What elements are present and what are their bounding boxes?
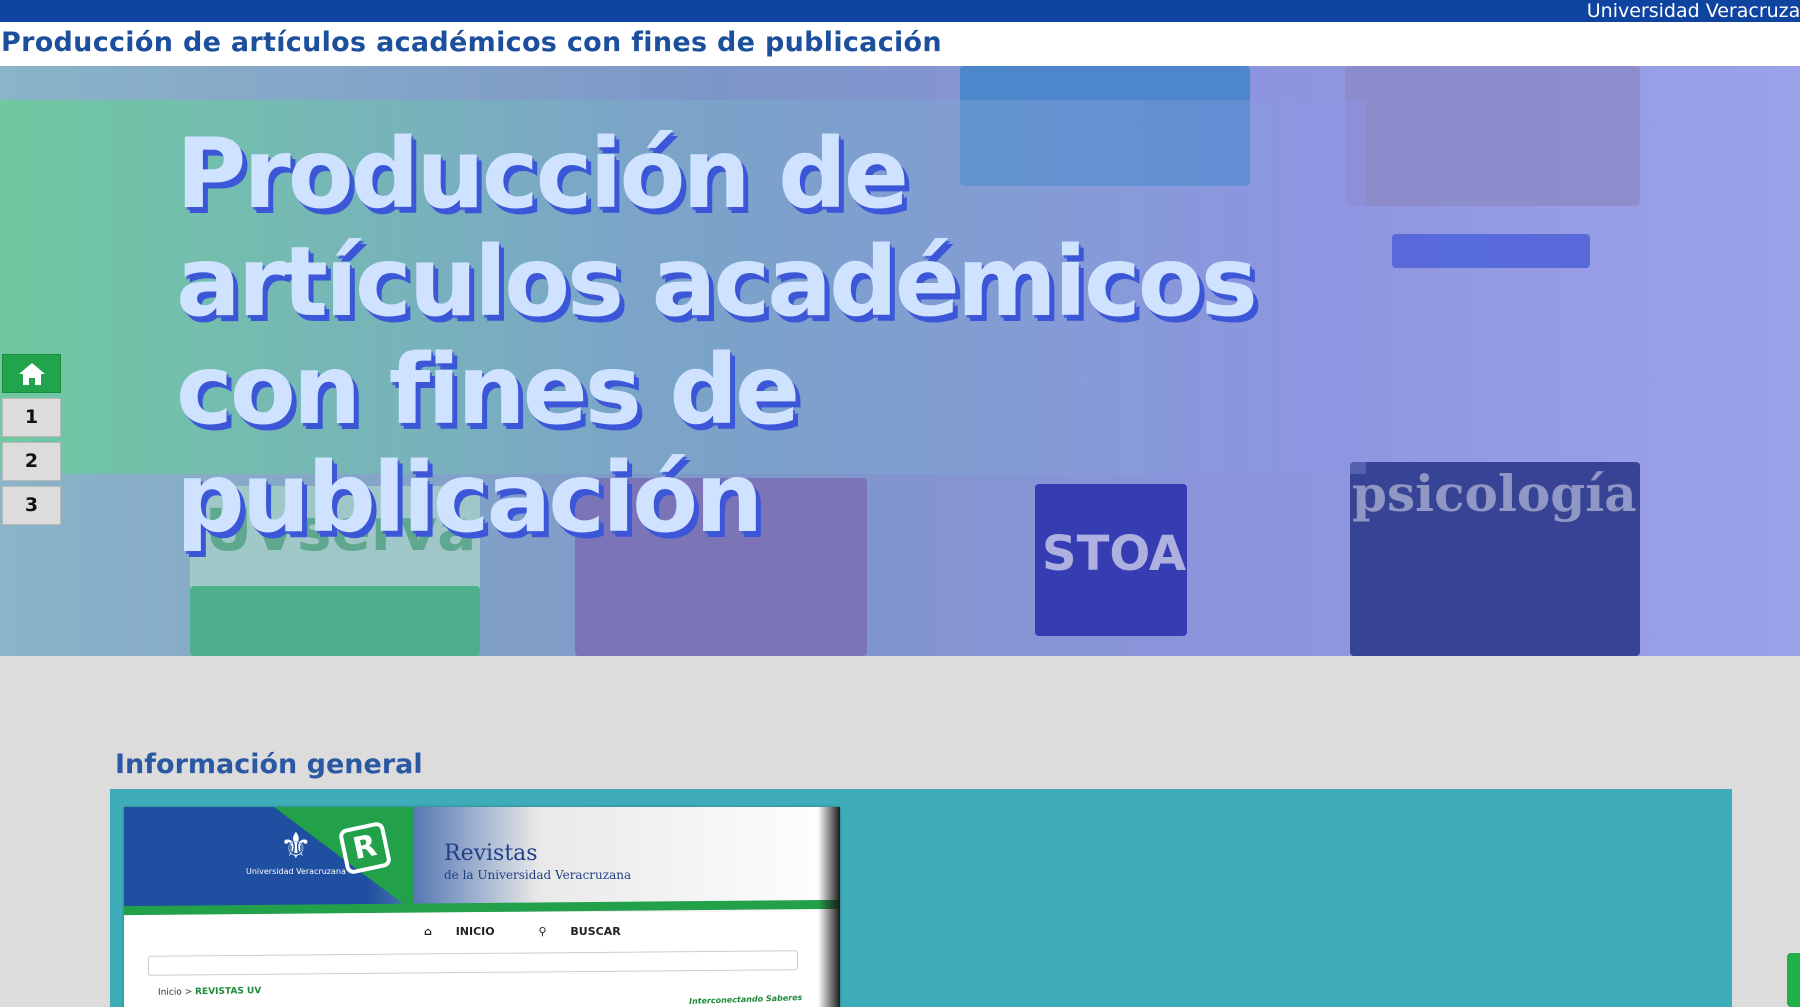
screenshot-menu-home-label: INICIO xyxy=(455,925,495,938)
screenshot-menu-search-label: BUSCAR xyxy=(570,925,621,938)
home-icon xyxy=(18,363,45,385)
page-header: Producción de artículos académicos con f… xyxy=(0,22,1800,66)
screenshot-breadcrumb: Inicio > REVISTAS UV xyxy=(158,986,261,998)
chat-tab[interactable] xyxy=(1787,953,1800,1007)
screenshot-tagline: Interconectando Saberes xyxy=(688,993,803,1006)
slide-button-2[interactable]: 2 xyxy=(2,442,61,481)
info-panel: ⚜ Universidad Veracruzana R Revistas de … xyxy=(110,789,1732,1007)
thumbnail-label: psicología xyxy=(1352,464,1637,523)
revistas-screenshot: ⚜ Universidad Veracruzana R Revistas de … xyxy=(124,807,840,1007)
hero-slider: UVserva STOA psicología Producción de ar… xyxy=(0,66,1800,656)
screenshot-shadow-edge xyxy=(818,807,840,1007)
screenshot-menu-home: ⌂ INICIO xyxy=(424,925,515,938)
hero-bg-block xyxy=(1392,234,1590,268)
slide-navigator: 1 2 3 xyxy=(2,354,61,530)
breadcrumb-start: Inicio > xyxy=(157,987,193,998)
search-icon: ⚲ xyxy=(538,925,547,938)
institution-bar: Universidad Veracruzana xyxy=(0,0,1800,22)
revistas-subtitle: de la Universidad Veracruzana xyxy=(444,868,632,882)
slide-home-button[interactable] xyxy=(2,354,61,393)
page-title: Producción de artículos académicos con f… xyxy=(1,27,942,58)
slide-button-3[interactable]: 3 xyxy=(2,486,61,525)
breadcrumb-current: REVISTAS UV xyxy=(195,986,262,998)
hero-bg-block xyxy=(1345,66,1640,206)
revistas-brand: Revistas de la Universidad Veracruzana xyxy=(444,841,631,882)
screenshot-searchbar xyxy=(147,950,799,976)
uv-emblem-icon: ⚜ xyxy=(279,826,313,867)
slide-button-1[interactable]: 1 xyxy=(2,398,61,437)
section-title: Información general xyxy=(115,749,423,780)
uv-logo: ⚜ Universidad Veracruzana xyxy=(246,826,346,877)
uv-logo-caption: Universidad Veracruzana xyxy=(246,867,346,876)
screenshot-menu-search: ⚲ BUSCAR xyxy=(538,925,640,938)
institution-link[interactable]: Universidad Veracruzana xyxy=(1587,0,1800,22)
hero-bg-block xyxy=(190,586,480,656)
hero-headline: Producción de artículos académicos con f… xyxy=(176,118,1258,554)
revistas-r-logo: R xyxy=(337,820,393,876)
screenshot-menu: ⌂ INICIO ⚲ BUSCAR xyxy=(424,925,661,938)
home-icon: ⌂ xyxy=(424,925,432,938)
revistas-title: Revistas xyxy=(444,841,538,866)
